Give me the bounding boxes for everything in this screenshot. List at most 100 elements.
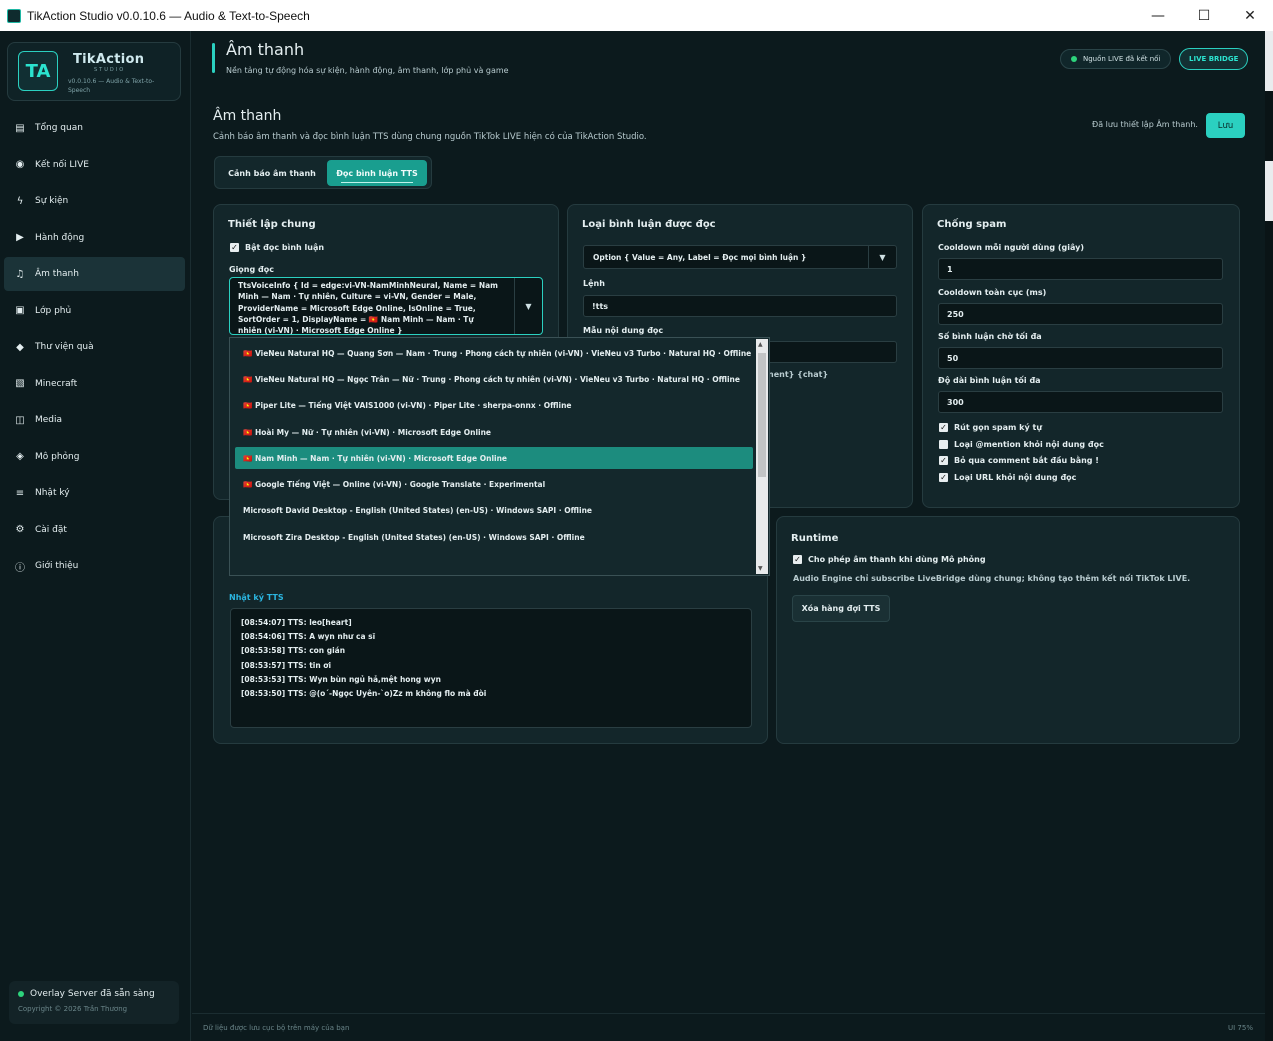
footer-note: Dữ liệu được lưu cục bộ trên máy của bạn xyxy=(203,1024,350,1032)
list-icon: ≡ xyxy=(15,487,25,499)
page-subtitle: Nền tảng tự động hóa sự kiện, hành động,… xyxy=(226,66,509,75)
sidebar-item-events[interactable]: ϟ Sự kiện xyxy=(4,184,185,218)
sidebar-item-label: Kết nối LIVE xyxy=(35,159,89,170)
cooldown-user-input[interactable]: 1 xyxy=(938,258,1223,280)
dropdown-scrollbar[interactable]: ▲ ▼ xyxy=(756,339,768,574)
checkbox-label: Rút gọn spam ký tự xyxy=(954,423,1043,432)
checkmark-icon: ✓ xyxy=(939,422,948,432)
checkmark-icon: ✓ xyxy=(230,242,239,252)
comment-type-value: Option { Value = Any, Label = Đọc mọi bì… xyxy=(593,253,807,262)
voice-option[interactable]: 🇻🇳 VieNeu Natural HQ — Ngọc Trân — Nữ · … xyxy=(235,368,753,390)
max-length-input[interactable]: 300 xyxy=(938,391,1223,413)
log-line: [08:54:07] TTS: leo[heart] xyxy=(241,618,352,627)
sidebar-item-overlay[interactable]: ▣ Lớp phủ xyxy=(4,294,185,328)
status-dot-icon xyxy=(18,991,24,997)
collapse-spam-checkbox[interactable]: ✓ Rút gọn spam ký tự xyxy=(939,423,1042,432)
sidebar-item-about[interactable]: ⓘ Giới thiệu xyxy=(4,549,185,583)
log-line: [08:53:53] TTS: Wyn bùn ngủ hả,mệt hong … xyxy=(241,674,441,684)
log-output[interactable]: [08:54:07] TTS: leo[heart] [08:54:06] TT… xyxy=(230,608,752,728)
card-title: Loại bình luận được đọc xyxy=(582,219,716,230)
checkbox-label: Loại @mention khỏi nội dung đọc xyxy=(954,440,1104,449)
sidebar-item-label: Sự kiện xyxy=(35,196,69,206)
header-accent xyxy=(212,43,215,73)
scroll-down-icon[interactable]: ▼ xyxy=(758,565,763,572)
sidebar-item-minecraft[interactable]: ▧ Minecraft xyxy=(4,367,185,401)
template-label: Mẫu nội dung đọc xyxy=(583,326,664,335)
sidebar-item-label: Minecraft xyxy=(35,378,78,389)
play-icon: ▶ xyxy=(16,232,24,243)
checkbox-label: Bỏ qua comment bắt đầu bằng ! xyxy=(954,456,1099,465)
voice-option[interactable]: Microsoft Zira Desktop - English (United… xyxy=(235,526,753,548)
window-title: TikAction Studio v0.0.10.6 — Audio & Tex… xyxy=(27,8,310,23)
voice-option[interactable]: 🇻🇳 Hoài My — Nữ · Tự nhiên (vi-VN) · Mic… xyxy=(235,421,753,443)
chevron-down-icon[interactable]: ▼ xyxy=(514,278,542,334)
live-icon: ◉ xyxy=(15,159,25,170)
log-line: [08:53:57] TTS: tin ơi xyxy=(241,660,332,670)
minimize-button[interactable]: — xyxy=(1135,0,1181,31)
sidebar-item-actions[interactable]: ▶ Hành động xyxy=(4,221,185,255)
cooldown-global-input[interactable]: 250 xyxy=(938,303,1223,325)
sidebar-item-label: Thư viện quà xyxy=(35,342,94,352)
voice-option[interactable]: 🇻🇳 VieNeu Natural HQ — Quang Sơn — Nam ·… xyxy=(235,342,753,364)
voice-option-selected[interactable]: 🇻🇳 Nam Minh — Nam · Tự nhiên (vi-VN) · M… xyxy=(235,447,753,469)
voice-dropdown-list[interactable]: 🇻🇳 VieNeu Natural HQ — Quang Sơn — Nam ·… xyxy=(229,337,770,576)
music-note-icon: ♫ xyxy=(15,268,25,280)
max-queue-input[interactable]: 50 xyxy=(938,347,1223,369)
save-button[interactable]: Lưu xyxy=(1206,113,1245,138)
sidebar-item-label: Giới thiệu xyxy=(35,561,79,571)
sidebar-item-label: Tổng quan xyxy=(35,123,83,133)
sidebar-item-label: Mô phỏng xyxy=(35,451,80,462)
sidebar-item-log[interactable]: ≡ Nhật ký xyxy=(4,476,185,510)
sidebar-item-overview[interactable]: ▤ Tổng quan xyxy=(4,111,185,145)
card-title: Chống spam xyxy=(937,219,1007,230)
card-title: Runtime xyxy=(791,533,839,544)
comment-type-select[interactable]: Option { Value = Any, Label = Đọc mọi bì… xyxy=(583,245,897,269)
voice-option[interactable]: Microsoft David Desktop - English (Unite… xyxy=(235,499,753,521)
runtime-note: Audio Engine chỉ subscribe LiveBridge dù… xyxy=(793,574,1191,583)
brand-name: TikAction xyxy=(73,52,145,67)
section-subtitle: Cảnh báo âm thanh và đọc bình luận TTS d… xyxy=(213,132,647,142)
sidebar-item-media[interactable]: ◫ Media xyxy=(4,403,185,437)
copyright: Copyright © 2026 Trần Thương xyxy=(18,1005,128,1013)
scrollbar-thumb[interactable] xyxy=(758,353,766,477)
tab-sound-alerts[interactable]: Cảnh báo âm thanh xyxy=(219,160,325,186)
skip-bang-checkbox[interactable]: ✓ Bỏ qua comment bắt đầu bằng ! xyxy=(939,456,1099,465)
server-status-text: Overlay Server đã sẵn sàng xyxy=(30,989,155,999)
command-input[interactable]: !tts xyxy=(583,295,897,317)
window-titlebar: TikAction Studio v0.0.10.6 — Audio & Tex… xyxy=(0,0,1273,31)
log-line: [08:53:58] TTS: con gián xyxy=(241,646,346,656)
sidebar-item-label: Lớp phủ xyxy=(35,305,72,316)
minecraft-icon: ▧ xyxy=(15,378,25,389)
scroll-up-icon[interactable]: ▲ xyxy=(758,341,763,348)
voice-select[interactable]: TtsVoiceInfo { Id = edge:vi-VN-NamMinhNe… xyxy=(229,277,543,335)
tab-tts[interactable]: Đọc bình luận TTS xyxy=(327,160,427,186)
strip-mention-checkbox[interactable]: Loại @mention khỏi nội dung đọc xyxy=(939,440,1104,449)
voice-option[interactable]: 🇻🇳 Piper Lite — Tiếng Việt VAIS1000 (vi-… xyxy=(235,394,753,416)
sidebar-item-simulation[interactable]: ◈ Mô phỏng xyxy=(4,440,185,474)
maximize-button[interactable]: ☐ xyxy=(1181,0,1227,31)
cooldown-global-label: Cooldown toàn cục (ms) xyxy=(938,288,1047,297)
sidebar-item-settings[interactable]: ⚙ Cài đặt xyxy=(4,513,185,547)
sidebar: TA TikAction STUDIO v0.0.10.6 — Audio & … xyxy=(0,31,191,1041)
checkbox-label: Loại URL khỏi nội dung đọc xyxy=(954,473,1077,482)
checkmark-icon: ✓ xyxy=(939,472,948,482)
strip-url-checkbox[interactable]: ✓ Loại URL khỏi nội dung đọc xyxy=(939,473,1076,482)
sidebar-item-audio[interactable]: ♫ Âm thanh xyxy=(4,257,185,291)
simulation-icon: ◈ xyxy=(16,451,24,462)
lightning-icon: ϟ xyxy=(16,195,24,207)
close-button[interactable]: ✕ xyxy=(1227,0,1273,31)
allow-simulation-audio-checkbox[interactable]: ✓ Cho phép âm thanh khi dùng Mô phỏng xyxy=(793,555,986,564)
template-hint: nent} {chat} xyxy=(768,370,829,379)
sidebar-item-gifts[interactable]: ◆ Thư viện quà xyxy=(4,330,185,364)
clear-tts-queue-button[interactable]: Xóa hàng đợi TTS xyxy=(792,595,890,622)
voice-option[interactable]: 🇻🇳 Google Tiếng Việt — Online (vi-VN) · … xyxy=(235,473,753,495)
command-label: Lệnh xyxy=(583,279,605,288)
max-queue-label: Số bình luận chờ tối đa xyxy=(938,332,1042,341)
enable-reading-checkbox[interactable]: ✓ Bật đọc bình luận xyxy=(230,243,324,252)
sidebar-item-live[interactable]: ◉ Kết nối LIVE xyxy=(4,148,185,182)
chevron-down-icon[interactable]: ▼ xyxy=(868,246,896,268)
media-icon: ◫ xyxy=(15,414,25,426)
sidebar-nav: ▤ Tổng quan ◉ Kết nối LIVE ϟ Sự kiện ▶ Hành … xyxy=(4,111,185,586)
info-icon: ⓘ xyxy=(15,562,25,574)
checkbox-label: Bật đọc bình luận xyxy=(245,243,325,252)
